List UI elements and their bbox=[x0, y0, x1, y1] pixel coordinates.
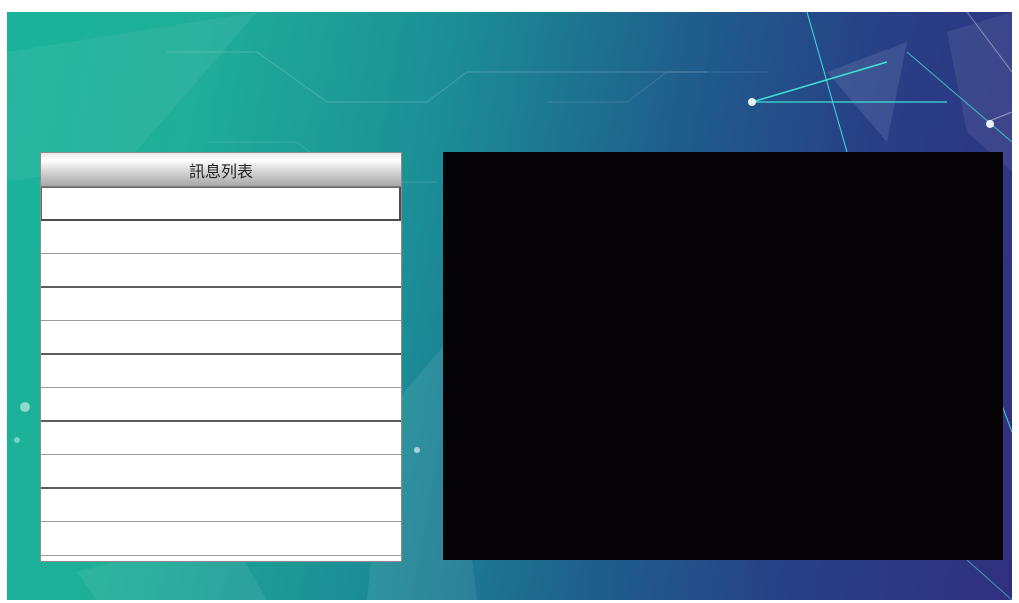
message-list-row[interactable] bbox=[41, 354, 401, 388]
message-list-row[interactable] bbox=[41, 522, 401, 556]
app-screen: 訊息列表 bbox=[7, 12, 1012, 600]
message-list-row[interactable] bbox=[41, 220, 401, 254]
message-list-row[interactable] bbox=[41, 254, 401, 288]
message-list-row[interactable] bbox=[41, 421, 401, 455]
message-list-panel: 訊息列表 bbox=[40, 152, 402, 562]
message-list-row[interactable] bbox=[41, 287, 401, 321]
message-list-row[interactable] bbox=[41, 488, 401, 522]
message-list[interactable] bbox=[41, 187, 401, 561]
message-list-row[interactable] bbox=[41, 187, 401, 221]
message-list-row[interactable] bbox=[41, 321, 401, 355]
message-list-row[interactable] bbox=[41, 455, 401, 489]
message-list-row[interactable] bbox=[41, 388, 401, 422]
message-list-title: 訊息列表 bbox=[41, 153, 401, 187]
video-display[interactable] bbox=[443, 152, 1003, 560]
